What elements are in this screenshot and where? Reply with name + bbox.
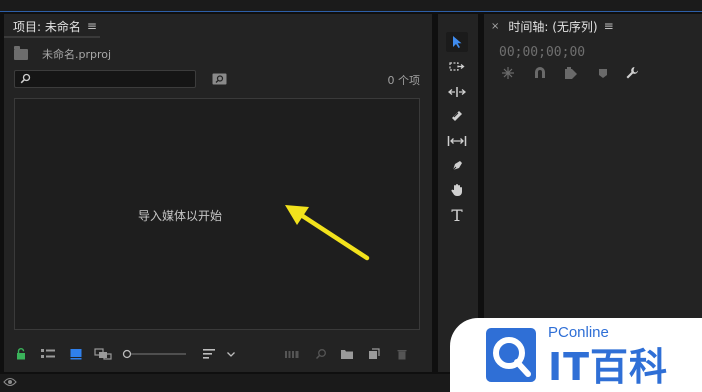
search-input[interactable] [14, 70, 196, 88]
top-frame [0, 0, 702, 12]
selection-tool[interactable] [446, 32, 468, 52]
chevron-down-icon[interactable] [226, 348, 236, 360]
ripple-edit-tool[interactable] [446, 82, 468, 102]
lock-icon[interactable] [16, 348, 26, 360]
freeform-view-icon[interactable] [94, 348, 112, 360]
annotation-arrow [285, 205, 370, 261]
timeline-panel-header[interactable]: × 时间轴: (无序列) ≡ [484, 14, 702, 38]
pen-tool[interactable] [446, 156, 468, 176]
active-tab-indicator [4, 36, 100, 38]
zoom-slider[interactable] [122, 348, 188, 360]
trash-icon[interactable] [396, 348, 408, 360]
slip-icon [447, 136, 467, 146]
pen-icon [451, 161, 462, 172]
project-panel-header[interactable]: 项目: 未命名 ≡ [4, 14, 432, 38]
search-icon [20, 73, 31, 84]
timeline-menu-icon[interactable]: ≡ [604, 19, 614, 33]
ripple-edit-icon [448, 87, 466, 97]
track-select-icon [449, 62, 465, 71]
folder-icon [14, 45, 28, 60]
project-panel: 项目: 未命名 ≡ 未命名.prproj 0 个项 导入媒体以开始 [4, 14, 432, 372]
close-icon[interactable]: × [491, 21, 499, 32]
snap-icon[interactable] [533, 66, 547, 80]
site-watermark: PConline IT百科 [450, 318, 702, 392]
razor-icon [452, 111, 462, 121]
project-file-row: 未命名.prproj [14, 45, 112, 62]
automate-to-sequence-icon[interactable] [284, 348, 300, 360]
type-icon [451, 209, 463, 221]
item-count: 0 个项 [387, 74, 421, 87]
hand-tool[interactable] [446, 180, 468, 200]
add-marker-icon[interactable] [597, 66, 609, 80]
pconline-logo-icon [486, 328, 536, 382]
sort-icon[interactable] [202, 348, 216, 360]
insert-sequence-nest-icon[interactable] [501, 66, 515, 80]
new-item-icon[interactable] [368, 348, 380, 360]
panel-menu-icon[interactable]: ≡ [87, 19, 97, 33]
project-file-name: 未命名.prproj [42, 48, 112, 61]
razor-tool[interactable] [446, 106, 468, 126]
track-select-tool[interactable] [446, 57, 468, 77]
linked-selection-icon[interactable] [563, 66, 579, 80]
slip-tool[interactable] [446, 131, 468, 151]
eye-icon [3, 377, 17, 387]
selection-arrow-icon [453, 36, 462, 48]
type-tool[interactable] [446, 205, 468, 225]
hand-icon [451, 184, 462, 197]
playhead-timecode[interactable]: 00;00;00;00 [499, 45, 585, 60]
project-panel-title[interactable]: 项目: 未命名 [13, 18, 81, 35]
wrench-icon[interactable] [625, 66, 639, 80]
new-bin-icon[interactable] [340, 348, 354, 360]
project-bottom-toolbar [4, 344, 432, 364]
watermark-name: IT百科 [548, 345, 669, 389]
list-view-icon[interactable] [40, 348, 56, 360]
timeline-panel-title[interactable]: 时间轴: (无序列) [508, 18, 597, 35]
find-bin-icon[interactable] [212, 72, 227, 86]
find-icon[interactable] [315, 348, 327, 360]
icon-view-icon[interactable] [70, 348, 82, 360]
